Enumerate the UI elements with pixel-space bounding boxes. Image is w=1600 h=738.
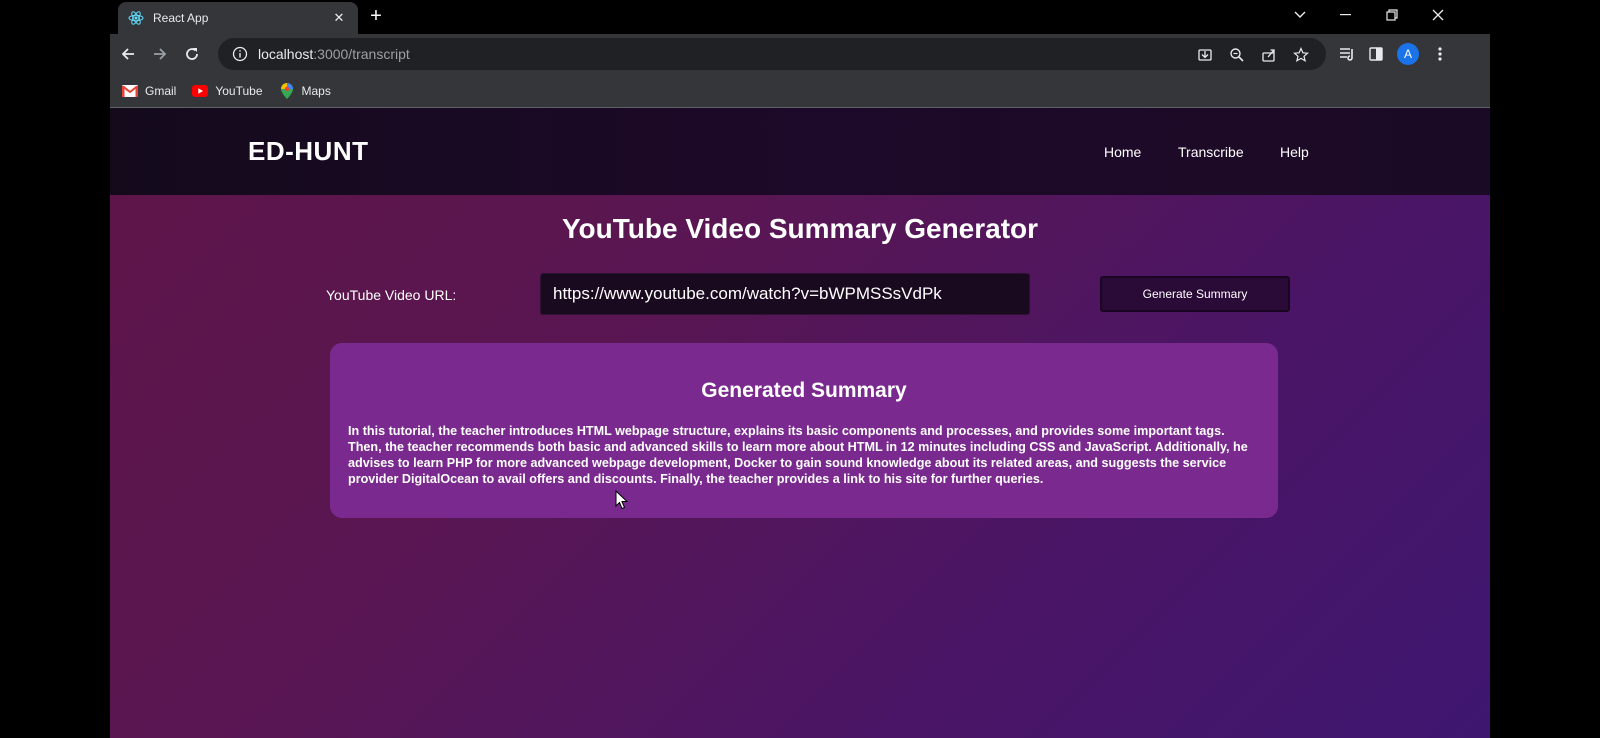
site-logo[interactable]: ED-HUNT xyxy=(248,136,369,167)
bookmark-gmail[interactable]: Gmail xyxy=(122,83,176,99)
nav-link-help[interactable]: Help xyxy=(1280,144,1309,160)
nav-link-transcribe[interactable]: Transcribe xyxy=(1178,144,1244,160)
mouse-cursor-icon xyxy=(615,489,629,510)
close-tab-icon[interactable]: ✕ xyxy=(330,10,348,26)
close-window-icon[interactable] xyxy=(1416,0,1460,30)
browser-toolbar: localhost:3000/transcript A xyxy=(110,34,1490,74)
minimize-icon[interactable] xyxy=(1324,0,1368,30)
page-title: YouTube Video Summary Generator xyxy=(561,213,1039,244)
back-arrow-icon[interactable] xyxy=(116,42,140,66)
share-icon[interactable] xyxy=(1260,46,1278,64)
bookmarks-bar: Gmail YouTube Maps xyxy=(110,74,1490,108)
kebab-menu-icon[interactable] xyxy=(1430,44,1450,64)
youtube-icon xyxy=(192,83,209,99)
chevron-down-icon[interactable] xyxy=(1278,0,1322,30)
browser-window: React App ✕ + localhost:3000/transcript… xyxy=(110,0,1490,738)
reload-icon[interactable] xyxy=(180,42,204,66)
nav-link-home[interactable]: Home xyxy=(1104,144,1141,160)
summary-card: Generated Summary In this tutorial, the … xyxy=(330,343,1278,518)
summary-title: Generated Summary xyxy=(701,379,907,402)
site-navbar: ED-HUNT Home Transcribe Help xyxy=(110,108,1490,195)
react-icon xyxy=(128,10,144,26)
info-icon[interactable] xyxy=(232,46,248,62)
web-page: ED-HUNT Home Transcribe Help YouTube Vid… xyxy=(110,108,1490,738)
profile-avatar[interactable]: A xyxy=(1397,43,1419,65)
url-host: localhost xyxy=(258,46,314,62)
bookmark-youtube[interactable]: YouTube xyxy=(192,83,263,99)
bookmark-label: Gmail xyxy=(145,83,177,98)
bookmark-maps[interactable]: Maps xyxy=(279,82,331,99)
tab-strip: React App ✕ + xyxy=(110,0,1490,34)
generate-summary-button[interactable]: Generate Summary xyxy=(1100,276,1290,312)
new-tab-button[interactable]: + xyxy=(364,5,388,29)
zoom-icon[interactable] xyxy=(1228,46,1246,64)
url-path: :3000/transcript xyxy=(313,46,410,62)
install-app-icon[interactable] xyxy=(1196,46,1214,64)
summary-text: In this tutorial, the teacher introduces… xyxy=(348,424,1248,486)
forward-arrow-icon[interactable] xyxy=(148,42,172,66)
star-icon[interactable] xyxy=(1292,46,1310,64)
restore-icon[interactable] xyxy=(1370,0,1414,30)
maps-icon xyxy=(279,82,295,99)
browser-tab[interactable]: React App ✕ xyxy=(118,2,358,34)
youtube-url-input[interactable] xyxy=(540,273,1030,315)
address-bar[interactable]: localhost:3000/transcript xyxy=(218,38,1326,70)
bookmark-label: YouTube xyxy=(215,83,263,98)
side-panel-icon[interactable] xyxy=(1366,44,1386,64)
reading-list-icon[interactable] xyxy=(1338,44,1358,64)
tab-title: React App xyxy=(153,11,209,25)
url-field-label: YouTube Video URL: xyxy=(326,287,457,303)
gmail-icon xyxy=(122,83,138,99)
bookmark-label: Maps xyxy=(301,83,331,98)
